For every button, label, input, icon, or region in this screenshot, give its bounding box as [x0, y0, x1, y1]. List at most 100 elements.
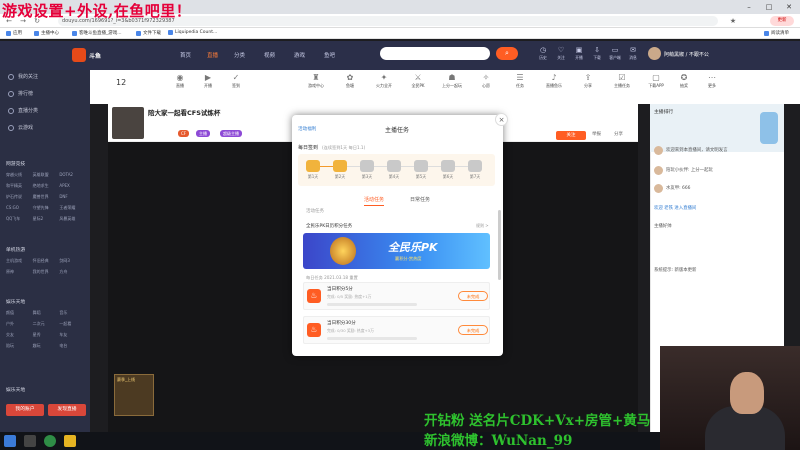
sidebar-game[interactable]: 我的世界	[33, 269, 60, 275]
sidebar-game[interactable]: 交友	[6, 332, 33, 338]
maximize-icon[interactable]: □	[764, 2, 774, 12]
bookmark-4[interactable]: Liquipedia Count...	[168, 30, 217, 35]
chest-day6[interactable]: 第6天	[439, 160, 457, 180]
follow-icon[interactable]: ♡ 关注	[552, 46, 570, 61]
sidebar-game[interactable]: 原神	[6, 269, 33, 275]
feature-share-icon[interactable]: ⇪ 分享	[578, 73, 598, 89]
bookmark-1[interactable]: 主播中心	[34, 30, 59, 36]
follow-button[interactable]: 关注	[556, 131, 586, 140]
sidebar-game[interactable]: 电台	[59, 343, 86, 349]
feature-team-icon[interactable]: ☗ 上分一起玩	[442, 73, 462, 89]
modal-tab-welfare[interactable]: 活动福利	[298, 126, 316, 132]
feature-wish-icon[interactable]: ✧ 心愿	[476, 73, 496, 89]
nav-home[interactable]: 首页	[180, 51, 191, 59]
modal-scrollbar[interactable]	[498, 210, 501, 280]
sidebar-game[interactable]: 炉石传说	[6, 194, 33, 200]
feature-anchortask-icon[interactable]: ☑ 主播任务	[612, 73, 632, 89]
bookmark-apps[interactable]: 应用	[6, 30, 22, 36]
sidebar-game[interactable]: 车友	[59, 332, 86, 338]
sidebar-game[interactable]: 一起看	[59, 321, 86, 327]
chrome-icon[interactable]	[44, 435, 56, 447]
sidebar-game[interactable]: 户外	[6, 321, 33, 327]
chest-day4[interactable]: 第4天	[385, 160, 403, 180]
share-link[interactable]: 分享	[614, 131, 623, 137]
feature-more-icon[interactable]: ⋯ 更多	[702, 73, 722, 89]
nav-game[interactable]: 游戏	[294, 51, 305, 59]
feature-fishpond-icon[interactable]: ✿ 鱼塘	[340, 73, 360, 89]
download-icon[interactable]: ⇩ 下载	[588, 46, 606, 61]
sidebar-item-category[interactable]: 直播分类	[8, 107, 38, 114]
message-icon[interactable]: ✉ 消息	[624, 46, 642, 61]
nav-category[interactable]: 分类	[234, 51, 245, 59]
tab-activity-tasks[interactable]: 活动任务	[364, 196, 385, 206]
feature-pk-icon[interactable]: ⚔ 全民PK	[408, 73, 428, 89]
taskbar-app-icon[interactable]	[64, 435, 76, 447]
chest-day5[interactable]: 第5天	[412, 160, 430, 180]
sidebar-game[interactable]: 颜值	[6, 310, 33, 316]
sidebar-game[interactable]: DNF	[59, 194, 86, 200]
feature-lottery-icon[interactable]: ✪ 抽奖	[674, 73, 694, 89]
sidebar-game[interactable]: 和平精英	[6, 183, 33, 189]
user-avatar[interactable]	[648, 47, 661, 60]
feature-live-icon[interactable]: ◉ 直播	[170, 73, 190, 89]
nav-fishbar[interactable]: 鱼吧	[324, 51, 335, 59]
chest-day3[interactable]: 第3天	[358, 160, 376, 180]
task-status-button[interactable]: 未完成	[458, 325, 488, 335]
sidebar-game[interactable]: 王者荣耀	[59, 205, 86, 211]
chest-day7[interactable]: 第7天	[466, 160, 484, 180]
sidebar-item-cloudgame[interactable]: 云游戏	[8, 124, 33, 131]
nav-video[interactable]: 视频	[264, 51, 275, 59]
rules-link[interactable]: 规则 >	[476, 223, 489, 229]
extension-icon[interactable]: ★	[728, 16, 738, 26]
feature-fire-icon[interactable]: ✦ 火力全开	[374, 73, 394, 89]
sidebar-game[interactable]: CS:GO	[6, 205, 33, 211]
sidebar-game[interactable]: 怀旧经典	[33, 258, 60, 264]
history-icon[interactable]: ◷ 历史	[534, 46, 552, 61]
sidebar-item-rank[interactable]: 排行榜	[8, 90, 33, 97]
stream-tag[interactable]: CF	[178, 130, 190, 137]
close-window-icon[interactable]: ✕	[784, 2, 794, 12]
feature-signin-icon[interactable]: ✓ 签到	[226, 73, 246, 89]
sidebar-game[interactable]: QQ飞车	[6, 216, 33, 222]
streamer-avatar[interactable]	[112, 107, 144, 139]
sidebar-game[interactable]: 穿越火线	[6, 172, 33, 178]
sidebar-game[interactable]: 守望先锋	[33, 205, 60, 211]
task-status-button[interactable]: 未完成	[458, 291, 488, 301]
windows-start-icon[interactable]	[4, 435, 16, 447]
sidebar-game[interactable]: 二次元	[33, 321, 60, 327]
bookmark-3[interactable]: 文件下载	[136, 30, 161, 36]
discover-live-button[interactable]: 发现直播	[48, 404, 86, 416]
username[interactable]: 阿萌黑椒 / 不跟不公	[664, 51, 709, 58]
sidebar-game[interactable]: 英雄联盟	[33, 172, 60, 178]
stream-tag[interactable]: 主播	[196, 130, 210, 137]
sidebar-game[interactable]: 魔兽世界	[33, 194, 60, 200]
reading-list[interactable]: 阅读清单	[764, 30, 789, 36]
sidebar-game[interactable]: 主机游戏	[6, 258, 33, 264]
feature-fun-icon[interactable]: ♪ 直播鱼乐	[544, 73, 564, 89]
sidebar-game[interactable]: 趣玩	[33, 343, 60, 349]
close-icon[interactable]: ×	[495, 113, 508, 126]
stream-tag[interactable]: 超级主播	[220, 130, 242, 137]
sidebar-game[interactable]: 陪玩	[6, 343, 33, 349]
nav-live[interactable]: 直播	[207, 51, 218, 59]
chest-day2[interactable]: 第2天	[331, 160, 349, 180]
feature-gamecenter-icon[interactable]: ♜ 游戏中心	[306, 73, 326, 89]
sidebar-game[interactable]: 风暴英雄	[59, 216, 86, 222]
search-icon[interactable]: ⌕	[496, 47, 518, 60]
site-logo[interactable]: 斗鱼	[72, 46, 162, 64]
sidebar-game[interactable]: APEX	[59, 183, 86, 189]
taskbar-app-icon[interactable]	[24, 435, 36, 447]
sidebar-item-follow[interactable]: 我的关注	[8, 73, 38, 80]
client-icon[interactable]: ▭ 客户端	[606, 46, 624, 61]
sidebar-game[interactable]: 方舟	[59, 269, 86, 275]
my-account-button[interactable]: 我的账户	[6, 404, 44, 416]
tab-daily-tasks[interactable]: 日常任务	[410, 196, 430, 203]
sidebar-game[interactable]: 星秀	[33, 332, 60, 338]
chest-day1[interactable]: 第1天	[304, 160, 322, 180]
sidebar-game[interactable]: 音乐	[59, 310, 86, 316]
bookmark-2[interactable]: 客唯斗鱼直播_游戏...	[72, 30, 122, 36]
feature-app-icon[interactable]: ▢ 下载APP	[646, 73, 666, 89]
search-input[interactable]	[380, 47, 490, 60]
report-link[interactable]: 举报	[592, 131, 601, 137]
broadcast-icon[interactable]: ▣ 开播	[570, 46, 588, 61]
